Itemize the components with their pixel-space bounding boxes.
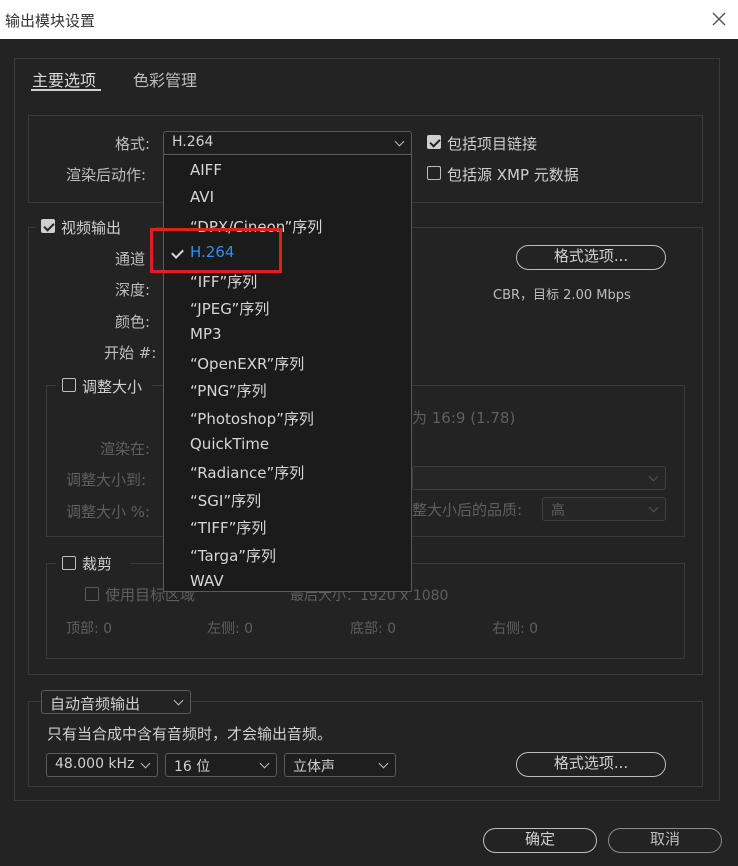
crop-checkbox[interactable] [62, 556, 76, 570]
start-number-label: 开始 #: [104, 344, 157, 362]
crop-bottom: 底部: 0 [350, 621, 397, 637]
title-bar [0, 0, 738, 39]
use-roi-checkbox[interactable] [85, 587, 99, 601]
audio-mode-select[interactable]: 自动音频输出 [41, 690, 191, 714]
format-option[interactable]: “PNG”序列 [190, 380, 267, 401]
resize-checkbox[interactable] [62, 378, 76, 392]
bitrate-info: CBR，目标 2.00 Mbps [493, 288, 631, 303]
format-option[interactable]: “IFF”序列 [190, 271, 257, 292]
audio-channels-value: 立体声 [293, 759, 335, 775]
bit-depth-select[interactable]: 16 位 [165, 753, 277, 777]
format-option[interactable]: “SGI”序列 [190, 490, 261, 511]
include-xmp-checkbox[interactable] [427, 166, 441, 180]
format-option[interactable]: “Radiance”序列 [190, 462, 304, 483]
post-render-label: 渲染后动作: [66, 166, 147, 184]
resize-to-label: 调整大小到: [66, 471, 147, 489]
chevron-down-icon [378, 758, 389, 769]
format-select[interactable]: H.264 [163, 131, 412, 155]
format-option[interactable]: AVI [190, 188, 214, 206]
aspect-ratio-text: 为 16:9 (1.78) [412, 409, 516, 427]
highlight-box [150, 228, 282, 273]
sample-rate-value: 48.000 kHz [55, 756, 135, 772]
crop-top: 顶部: 0 [66, 621, 113, 637]
chevron-down-icon [648, 471, 659, 482]
close-icon[interactable] [708, 8, 730, 30]
include-project-link-checkbox[interactable] [427, 135, 441, 149]
resize-quality-label: 整大小后的品质: [412, 501, 523, 519]
video-output-checkbox[interactable] [41, 219, 55, 233]
resize-quality-value: 高 [551, 503, 565, 519]
audio-mode-value: 自动音频输出 [50, 695, 141, 713]
window-title: 输出模块设置 [5, 12, 96, 30]
format-option[interactable]: “Photoshop”序列 [190, 408, 314, 429]
video-format-options-button[interactable]: 格式选项... [516, 245, 666, 270]
format-option[interactable]: MP3 [190, 325, 222, 343]
audio-channels-select[interactable]: 立体声 [284, 753, 396, 777]
active-tab-indicator [31, 89, 101, 91]
format-option[interactable]: AIFF [190, 161, 222, 179]
crop-left: 左侧: 0 [207, 621, 254, 637]
format-option[interactable]: “Targa”序列 [190, 545, 276, 566]
format-select-value: H.264 [172, 134, 214, 150]
include-xmp-label: 包括源 XMP 元数据 [447, 166, 579, 184]
format-label: 格式: [115, 135, 151, 153]
format-option[interactable]: WAV [190, 572, 224, 590]
channel-label: 通道 [115, 250, 146, 268]
chevron-down-icon [648, 502, 659, 513]
tab-main-options[interactable]: 主要选项 [32, 67, 96, 91]
color-label: 颜色: [115, 313, 151, 331]
sample-rate-select[interactable]: 48.000 kHz [46, 753, 158, 777]
chevron-down-icon [140, 758, 151, 769]
depth-label: 深度: [115, 281, 151, 299]
ok-button[interactable]: 确定 [483, 828, 597, 853]
crop-right: 右侧: 0 [492, 621, 539, 637]
audio-note: 只有当合成中含有音频时，才会输出音频。 [47, 725, 333, 743]
cancel-button[interactable]: 取消 [608, 828, 722, 853]
crop-label: 裁剪 [82, 555, 113, 573]
chevron-down-icon [394, 136, 405, 147]
chevron-down-icon [173, 695, 184, 706]
format-option[interactable]: “OpenEXR”序列 [190, 353, 304, 374]
chevron-down-icon [259, 758, 270, 769]
include-project-link-label: 包括项目链接 [447, 135, 538, 153]
format-option[interactable]: “TIFF”序列 [190, 517, 266, 538]
resize-quality-select[interactable]: 高 [542, 497, 666, 521]
resize-percent-label: 调整大小 %: [66, 503, 151, 521]
format-option[interactable]: “JPEG”序列 [190, 298, 269, 319]
tab-color-management[interactable]: 色彩管理 [133, 67, 197, 91]
render-at-label: 渲染在: [100, 440, 151, 458]
format-dropdown-list: AIFF AVI “DPX/Cineon”序列 H.264 “IFF”序列 “JPEG”序… [163, 154, 412, 592]
audio-format-options-button[interactable]: 格式选项... [516, 752, 666, 777]
format-option[interactable]: QuickTime [190, 435, 269, 453]
resize-preset-select[interactable] [412, 466, 666, 490]
bit-depth-value: 16 位 [174, 759, 211, 775]
resize-label: 调整大小 [82, 378, 143, 396]
video-output-label: 视频输出 [61, 219, 122, 237]
